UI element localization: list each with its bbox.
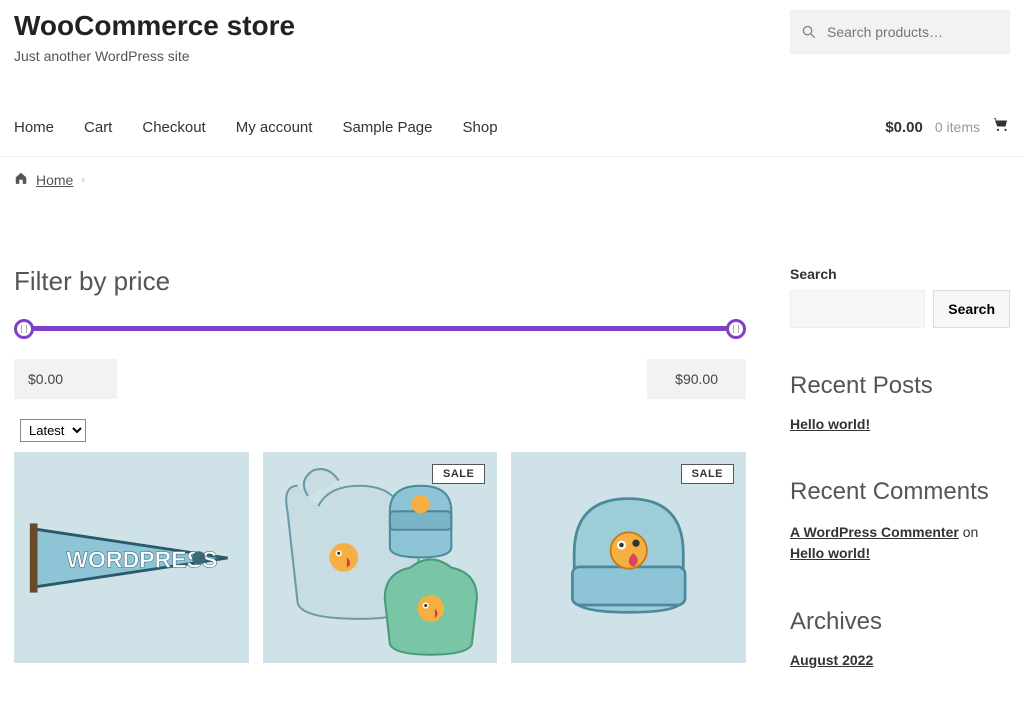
comment-author-link[interactable]: A WordPress Commenter (790, 524, 959, 540)
cart-total: $0.00 (885, 119, 923, 136)
cart-icon (992, 116, 1010, 138)
nav-shop[interactable]: Shop (463, 119, 498, 136)
product-card[interactable]: SALE (263, 452, 498, 663)
main-nav: Home Cart Checkout My account Sample Pag… (14, 116, 1010, 156)
sort-select[interactable]: Latest (20, 419, 86, 442)
home-icon (14, 171, 28, 188)
product-search (790, 10, 1010, 54)
slider-bar (14, 326, 746, 331)
search-input[interactable] (790, 10, 1010, 54)
price-max: $90.00 (647, 359, 746, 399)
product-card[interactable]: SALE (511, 452, 746, 663)
price-slider[interactable] (14, 319, 746, 339)
nav-home[interactable]: Home (14, 119, 54, 136)
nav-checkout[interactable]: Checkout (142, 119, 205, 136)
breadcrumb: Home › (14, 157, 1010, 202)
cart-summary[interactable]: $0.00 0 items (885, 116, 1010, 138)
product-card[interactable]: WORDPRESS (14, 452, 249, 663)
product-image: WORDPRESS (14, 452, 249, 663)
comment-post-link[interactable]: Hello world! (790, 545, 870, 561)
tagline: Just another WordPress site (14, 48, 295, 64)
comment-on-text: on (959, 524, 978, 540)
recent-posts-heading: Recent Posts (790, 372, 1010, 400)
filter-title: Filter by price (14, 266, 746, 297)
sidebar-search-button[interactable]: Search (933, 290, 1010, 328)
slider-handle-max[interactable] (726, 319, 746, 339)
slider-handle-min[interactable] (14, 319, 34, 339)
sale-badge: SALE (681, 464, 734, 484)
cart-item-count: 0 items (935, 119, 980, 135)
nav-my-account[interactable]: My account (236, 119, 313, 136)
breadcrumb-home[interactable]: Home (36, 172, 73, 188)
recent-post-link[interactable]: Hello world! (790, 416, 870, 432)
archives-heading: Archives (790, 608, 1010, 636)
sale-badge: SALE (432, 464, 485, 484)
recent-comments-heading: Recent Comments (790, 478, 1010, 506)
nav-sample-page[interactable]: Sample Page (342, 119, 432, 136)
site-title: WooCommerce store (14, 10, 295, 42)
search-icon (802, 25, 816, 39)
nav-cart[interactable]: Cart (84, 119, 112, 136)
archive-link[interactable]: August 2022 (790, 652, 873, 668)
chevron-right-icon: › (81, 174, 85, 186)
sidebar-search-input[interactable] (790, 290, 925, 328)
sidebar-search-label: Search (790, 266, 1010, 282)
price-min: $0.00 (14, 359, 117, 399)
